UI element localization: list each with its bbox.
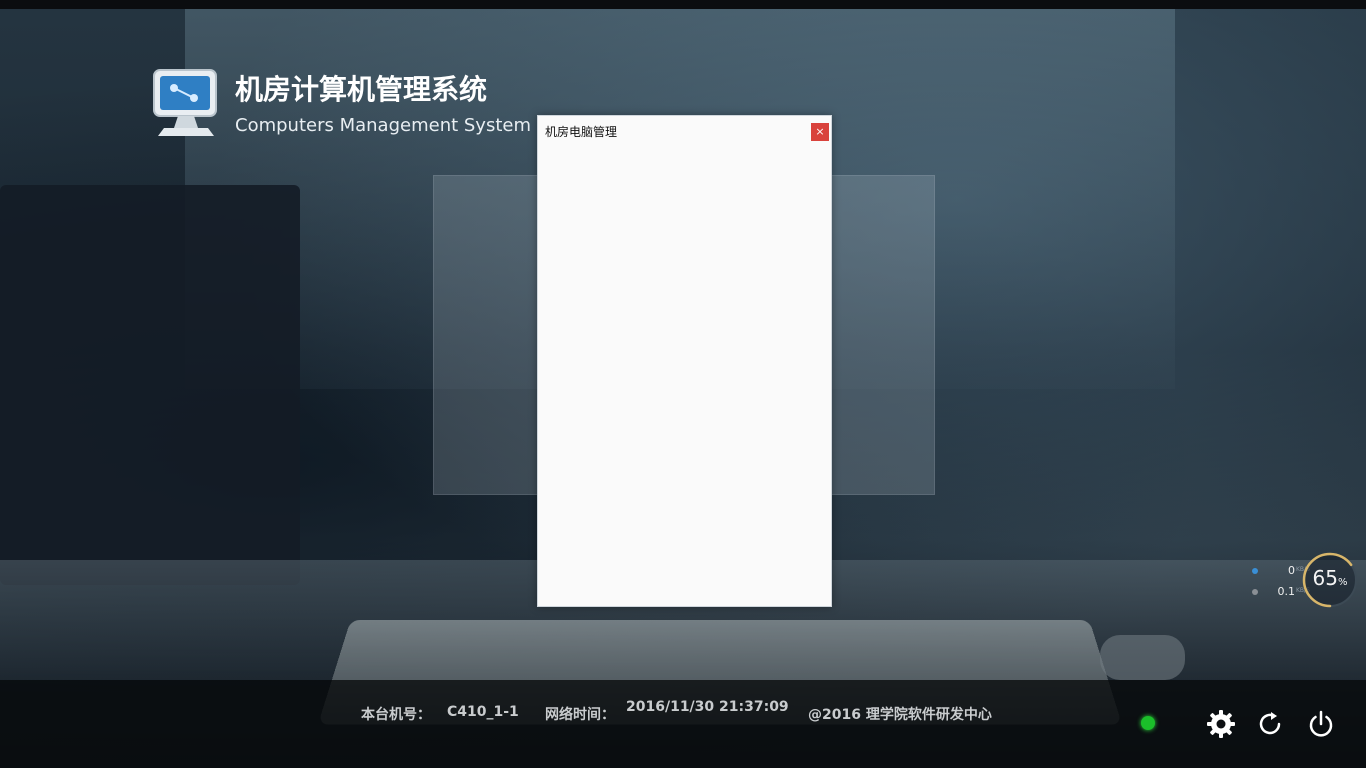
app-subtitle: Computers Management System [235,115,531,136]
usage-unit: % [1337,577,1348,588]
gear-icon [1207,710,1235,738]
app-title: 机房计算机管理系统 [235,73,488,106]
dialog-close-button[interactable]: × [811,123,829,141]
restart-button[interactable] [1254,708,1286,740]
computer-logo-icon [150,66,222,140]
background-mouse [1100,635,1185,680]
machine-number-value: C410_1-1 [447,704,519,720]
usage-gauge-label: 65% [1302,566,1358,590]
shutdown-button[interactable] [1305,708,1337,740]
dialog-title: 机房电脑管理 [545,125,618,139]
upload-speed-value: 0 [1288,564,1295,577]
upload-indicator-icon [1252,568,1258,574]
top-edge-bar [0,0,1366,9]
machine-number-label: 本台机号： [361,707,431,723]
connection-status-led [1141,716,1155,730]
background-monitor [0,185,300,585]
network-time-label: 网络时间： [545,707,615,723]
network-speed-widget: 0 KB/S 0.1 KB/S [1243,558,1310,602]
settings-button[interactable] [1205,708,1237,740]
download-indicator-icon [1252,589,1258,595]
download-speed-value: 0.1 [1277,585,1296,598]
bottom-status-bar [0,680,1366,768]
usage-value: 65 [1312,566,1338,590]
management-dialog: 机房电脑管理 × [537,115,832,607]
copyright-text: @2016 理学院软件研发中心 [808,707,992,723]
network-time-value: 2016/11/30 21:37:09 [626,699,789,715]
power-icon [1309,710,1333,737]
usage-gauge: 65% [1302,552,1358,608]
restart-icon [1259,712,1281,735]
